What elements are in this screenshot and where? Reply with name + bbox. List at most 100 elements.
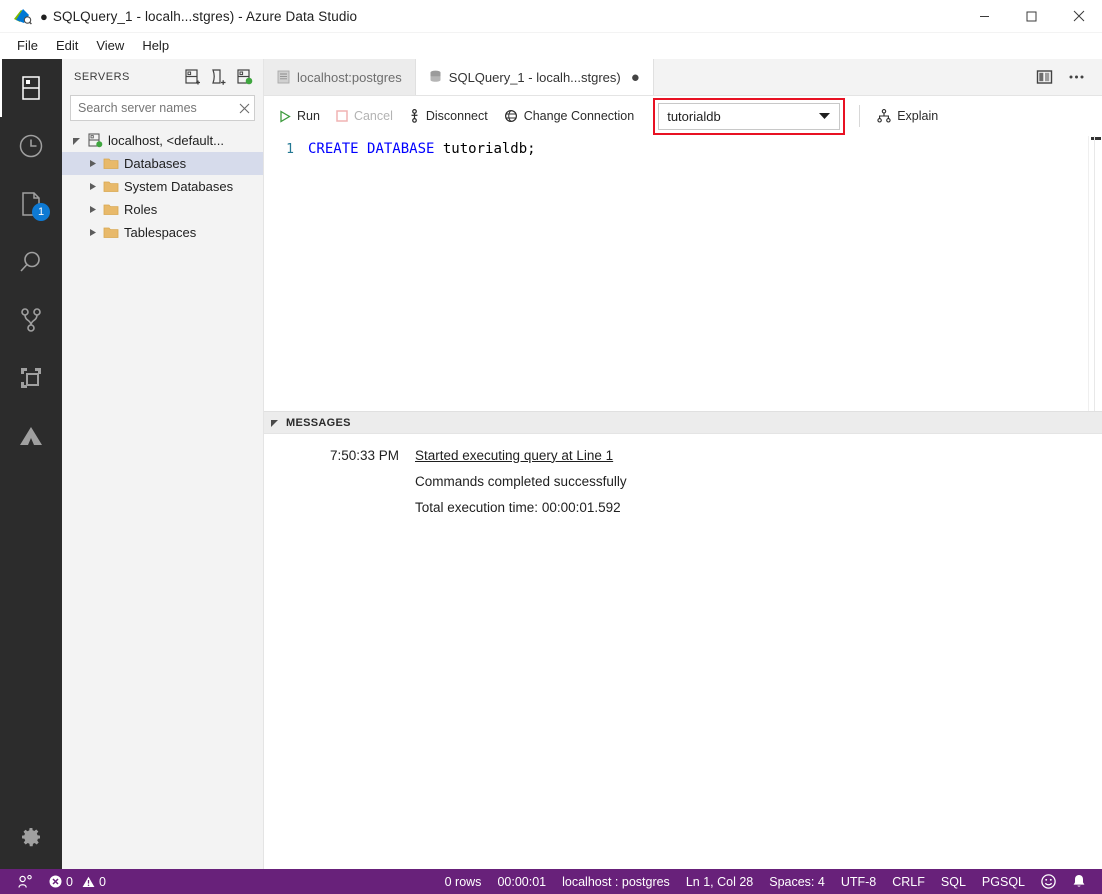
activity-bar: 1 — [0, 59, 62, 869]
query-toolbar: Run Cancel — [264, 96, 1102, 136]
minimize-button[interactable] — [961, 0, 1008, 33]
new-server-group-button[interactable] — [205, 65, 231, 89]
extensions-icon — [19, 366, 43, 390]
new-connection-button[interactable] — [179, 65, 205, 89]
error-icon — [49, 875, 62, 888]
search-server-names-box[interactable] — [70, 95, 255, 121]
editor-group: localhost:postgres SQLQuery_1 - localh..… — [264, 59, 1102, 869]
scrollbar-thumb[interactable] — [1091, 137, 1101, 140]
activity-item-extensions[interactable] — [0, 349, 62, 407]
activity-item-notebooks[interactable]: 1 — [0, 175, 62, 233]
menu-view[interactable]: View — [87, 35, 133, 56]
status-execution-time[interactable]: 00:00:01 — [489, 869, 554, 894]
run-query-button[interactable]: Run — [272, 103, 327, 129]
messages-list: 7:50:33 PM Started executing query at Li… — [264, 434, 1102, 869]
message-text[interactable]: Started executing query at Line 1 — [415, 448, 613, 463]
editor-tabs: localhost:postgres SQLQuery_1 - localh..… — [264, 59, 1102, 96]
azure-data-studio-window: ● SQLQuery_1 - localh...stgres) - Azure … — [0, 0, 1102, 894]
remote-indicator[interactable] — [10, 869, 41, 894]
messages-panel: MESSAGES 7:50:33 PM Started executing qu… — [264, 411, 1102, 869]
menu-edit[interactable]: Edit — [47, 35, 87, 56]
activity-item-servers[interactable] — [0, 59, 62, 117]
maximize-button[interactable] — [1008, 0, 1055, 33]
status-connection-info[interactable]: localhost : postgres — [554, 869, 678, 894]
cancel-query-button[interactable]: Cancel — [329, 103, 400, 129]
chevron-right-icon[interactable] — [84, 228, 101, 237]
status-row-count[interactable]: 0 rows — [437, 869, 490, 894]
change-connection-icon — [504, 109, 518, 123]
explain-icon — [877, 109, 891, 123]
tab-label: localhost:postgres — [297, 70, 402, 85]
feedback-smiley-icon[interactable] — [1033, 869, 1064, 894]
tab-localhost-postgres[interactable]: localhost:postgres — [264, 59, 416, 95]
tree-item-roles[interactable]: Roles — [62, 198, 263, 221]
error-count: 0 — [66, 875, 73, 889]
close-button[interactable] — [1055, 0, 1102, 33]
line-number: 1 — [264, 140, 294, 159]
disconnect-label: Disconnect — [426, 109, 488, 123]
chevron-down-icon[interactable] — [68, 136, 85, 145]
folder-icon — [101, 180, 121, 193]
menu-help[interactable]: Help — [133, 35, 178, 56]
tree-item-localhost[interactable]: localhost, <default... — [62, 129, 263, 152]
code-content[interactable]: CREATE DATABASE tutorialdb; — [308, 136, 1088, 411]
server-tree: localhost, <default... Databases — [62, 127, 263, 869]
editor-scrollbar[interactable] — [1088, 136, 1102, 411]
chevron-down-icon[interactable] — [818, 112, 831, 120]
disconnect-button[interactable]: Disconnect — [402, 103, 495, 129]
collapse-icon[interactable] — [270, 418, 279, 427]
line-number-gutter: 1 — [264, 136, 308, 411]
chevron-right-icon[interactable] — [84, 205, 101, 214]
tab-label: SQLQuery_1 - localh...stgres) — [449, 70, 621, 85]
activity-item-source-control[interactable] — [0, 291, 62, 349]
refresh-servers-button[interactable] — [231, 65, 257, 89]
window-controls — [961, 0, 1102, 33]
status-provider[interactable]: PGSQL — [974, 869, 1033, 894]
tree-item-label: Roles — [124, 202, 157, 217]
sql-editor[interactable]: 1 CREATE DATABASE tutorialdb; — [264, 136, 1102, 411]
status-cursor-position[interactable]: Ln 1, Col 28 — [678, 869, 761, 894]
activity-item-history[interactable] — [0, 117, 62, 175]
notifications-bell-icon[interactable] — [1064, 869, 1094, 894]
explain-button[interactable]: Explain — [870, 103, 945, 129]
server-search-wrap — [62, 95, 263, 127]
server-connected-icon — [85, 133, 105, 149]
messages-panel-header[interactable]: MESSAGES — [264, 412, 1102, 434]
chevron-right-icon[interactable] — [84, 182, 101, 191]
stop-icon — [336, 110, 348, 122]
problems-status[interactable]: 0 0 — [41, 869, 114, 894]
split-editor-button[interactable] — [1030, 63, 1058, 91]
search-icon — [18, 249, 44, 275]
message-row: 7:50:33 PM Started executing query at Li… — [264, 442, 1102, 468]
activity-item-manage[interactable] — [0, 805, 62, 869]
tab-dirty-indicator[interactable]: ● — [631, 70, 640, 85]
status-eol[interactable]: CRLF — [884, 869, 933, 894]
activity-item-azure[interactable] — [0, 407, 62, 465]
message-row: Total execution time: 00:00:01.592 — [264, 494, 1102, 520]
remote-icon — [18, 875, 33, 889]
search-input[interactable] — [78, 101, 239, 115]
chevron-right-icon[interactable] — [84, 159, 101, 168]
activity-item-search[interactable] — [0, 233, 62, 291]
status-indentation[interactable]: Spaces: 4 — [761, 869, 833, 894]
folder-icon — [101, 203, 121, 216]
menu-file[interactable]: File — [8, 35, 47, 56]
database-dropdown-highlight: tutorialdb — [653, 98, 845, 135]
editor-actions — [1030, 59, 1102, 95]
tree-item-tablespaces[interactable]: Tablespaces — [62, 221, 263, 244]
status-language-mode[interactable]: SQL — [933, 869, 974, 894]
explain-label: Explain — [897, 109, 938, 123]
change-connection-button[interactable]: Change Connection — [497, 103, 642, 129]
more-actions-button[interactable] — [1062, 63, 1090, 91]
tab-sqlquery-1[interactable]: SQLQuery_1 - localh...stgres) ● — [416, 59, 654, 95]
play-icon — [279, 110, 291, 123]
clear-search-icon[interactable] — [239, 99, 250, 117]
sidebar-title: SERVERS — [74, 71, 179, 83]
server-connected-icon — [236, 69, 253, 86]
cancel-label: Cancel — [354, 109, 393, 123]
tree-item-databases[interactable]: Databases — [62, 152, 263, 175]
tree-item-system-databases[interactable]: System Databases — [62, 175, 263, 198]
servers-sidebar: SERVERS — [62, 59, 264, 869]
database-dropdown[interactable]: tutorialdb — [658, 103, 840, 130]
status-encoding[interactable]: UTF-8 — [833, 869, 884, 894]
